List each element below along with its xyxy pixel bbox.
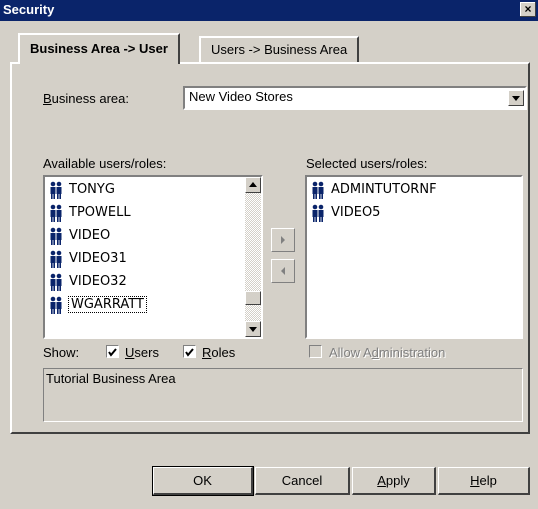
chevron-down-icon bbox=[512, 96, 520, 101]
scroll-down-button[interactable] bbox=[245, 321, 261, 337]
show-roles-label: Roles bbox=[202, 345, 236, 360]
scroll-up-button[interactable] bbox=[245, 177, 261, 193]
list-item-label: ADMINTUTORNF bbox=[331, 182, 437, 197]
apply-button[interactable]: Apply bbox=[352, 467, 436, 495]
users-icon bbox=[50, 296, 62, 314]
window-title: Security bbox=[3, 2, 55, 17]
selected-users-label: Selected users/roles: bbox=[306, 156, 428, 171]
list-item[interactable]: WGARRATT bbox=[49, 294, 147, 316]
show-users-label: Users bbox=[125, 345, 159, 360]
selected-users-list[interactable]: ADMINTUTORNF VIDEO5 bbox=[305, 175, 523, 339]
scroll-thumb[interactable] bbox=[245, 291, 261, 305]
list-item-label: VIDEO bbox=[69, 228, 111, 243]
business-area-value: New Video Stores bbox=[189, 89, 293, 104]
help-button[interactable]: Help bbox=[438, 467, 530, 495]
list-item[interactable]: TPOWELL bbox=[49, 202, 131, 224]
list-item-label: TPOWELL bbox=[69, 205, 131, 220]
list-item-label: VIDEO31 bbox=[69, 251, 127, 266]
checkmark-icon bbox=[108, 348, 117, 357]
users-icon bbox=[50, 227, 62, 245]
show-users-checkbox[interactable] bbox=[106, 345, 119, 358]
title-bar: Security × bbox=[0, 0, 538, 21]
ok-button[interactable]: OK bbox=[152, 466, 254, 496]
available-list-scrollbar[interactable] bbox=[245, 177, 261, 337]
dropdown-button[interactable] bbox=[508, 90, 524, 106]
available-users-label: Available users/roles: bbox=[43, 156, 167, 171]
users-icon bbox=[50, 250, 62, 268]
move-right-icon bbox=[281, 236, 285, 244]
checkmark-icon bbox=[185, 348, 194, 357]
allow-administration-label: Allow Administration bbox=[329, 345, 446, 360]
business-area-select[interactable]: New Video Stores bbox=[183, 86, 527, 110]
tab-label: Business Area -> User bbox=[30, 41, 168, 56]
users-icon bbox=[50, 273, 62, 291]
list-item-label: TONYG bbox=[69, 182, 115, 197]
list-item[interactable]: VIDEO31 bbox=[49, 248, 127, 270]
scroll-up-icon bbox=[249, 182, 257, 187]
close-icon[interactable]: × bbox=[520, 2, 536, 17]
users-icon bbox=[50, 181, 62, 199]
tab-business-area-to-user[interactable]: Business Area -> User bbox=[18, 33, 180, 64]
list-item-label: VIDEO5 bbox=[331, 205, 381, 220]
add-user-button[interactable] bbox=[271, 228, 295, 252]
show-label: Show: bbox=[43, 345, 80, 360]
list-item[interactable]: VIDEO32 bbox=[49, 271, 127, 293]
list-item[interactable]: VIDEO5 bbox=[311, 202, 380, 224]
cancel-button[interactable]: Cancel bbox=[255, 467, 350, 495]
allow-administration-checkbox[interactable] bbox=[309, 345, 322, 358]
description-box: Tutorial Business Area bbox=[43, 368, 523, 422]
list-item[interactable]: VIDEO bbox=[49, 225, 110, 247]
remove-user-button[interactable] bbox=[271, 259, 295, 283]
users-icon bbox=[312, 181, 324, 199]
business-area-label: Business area: bbox=[43, 91, 129, 106]
scroll-down-icon bbox=[249, 327, 257, 332]
list-item[interactable]: TONYG bbox=[49, 179, 115, 201]
move-left-icon bbox=[281, 267, 285, 275]
tab-label: Users -> Business Area bbox=[211, 42, 348, 57]
list-item-label: WGARRATT bbox=[68, 296, 147, 313]
tab-users-to-business-area[interactable]: Users -> Business Area bbox=[199, 36, 360, 62]
list-item-label: VIDEO32 bbox=[69, 274, 127, 289]
show-roles-checkbox[interactable] bbox=[183, 345, 196, 358]
description-text: Tutorial Business Area bbox=[46, 371, 176, 386]
list-item[interactable]: ADMINTUTORNF bbox=[311, 179, 437, 201]
users-icon bbox=[50, 204, 62, 222]
users-icon bbox=[312, 204, 324, 222]
available-users-list[interactable]: TONYG TPOWELL VIDEO VIDEO31 VIDEO32 WGARRATT bbox=[43, 175, 263, 339]
